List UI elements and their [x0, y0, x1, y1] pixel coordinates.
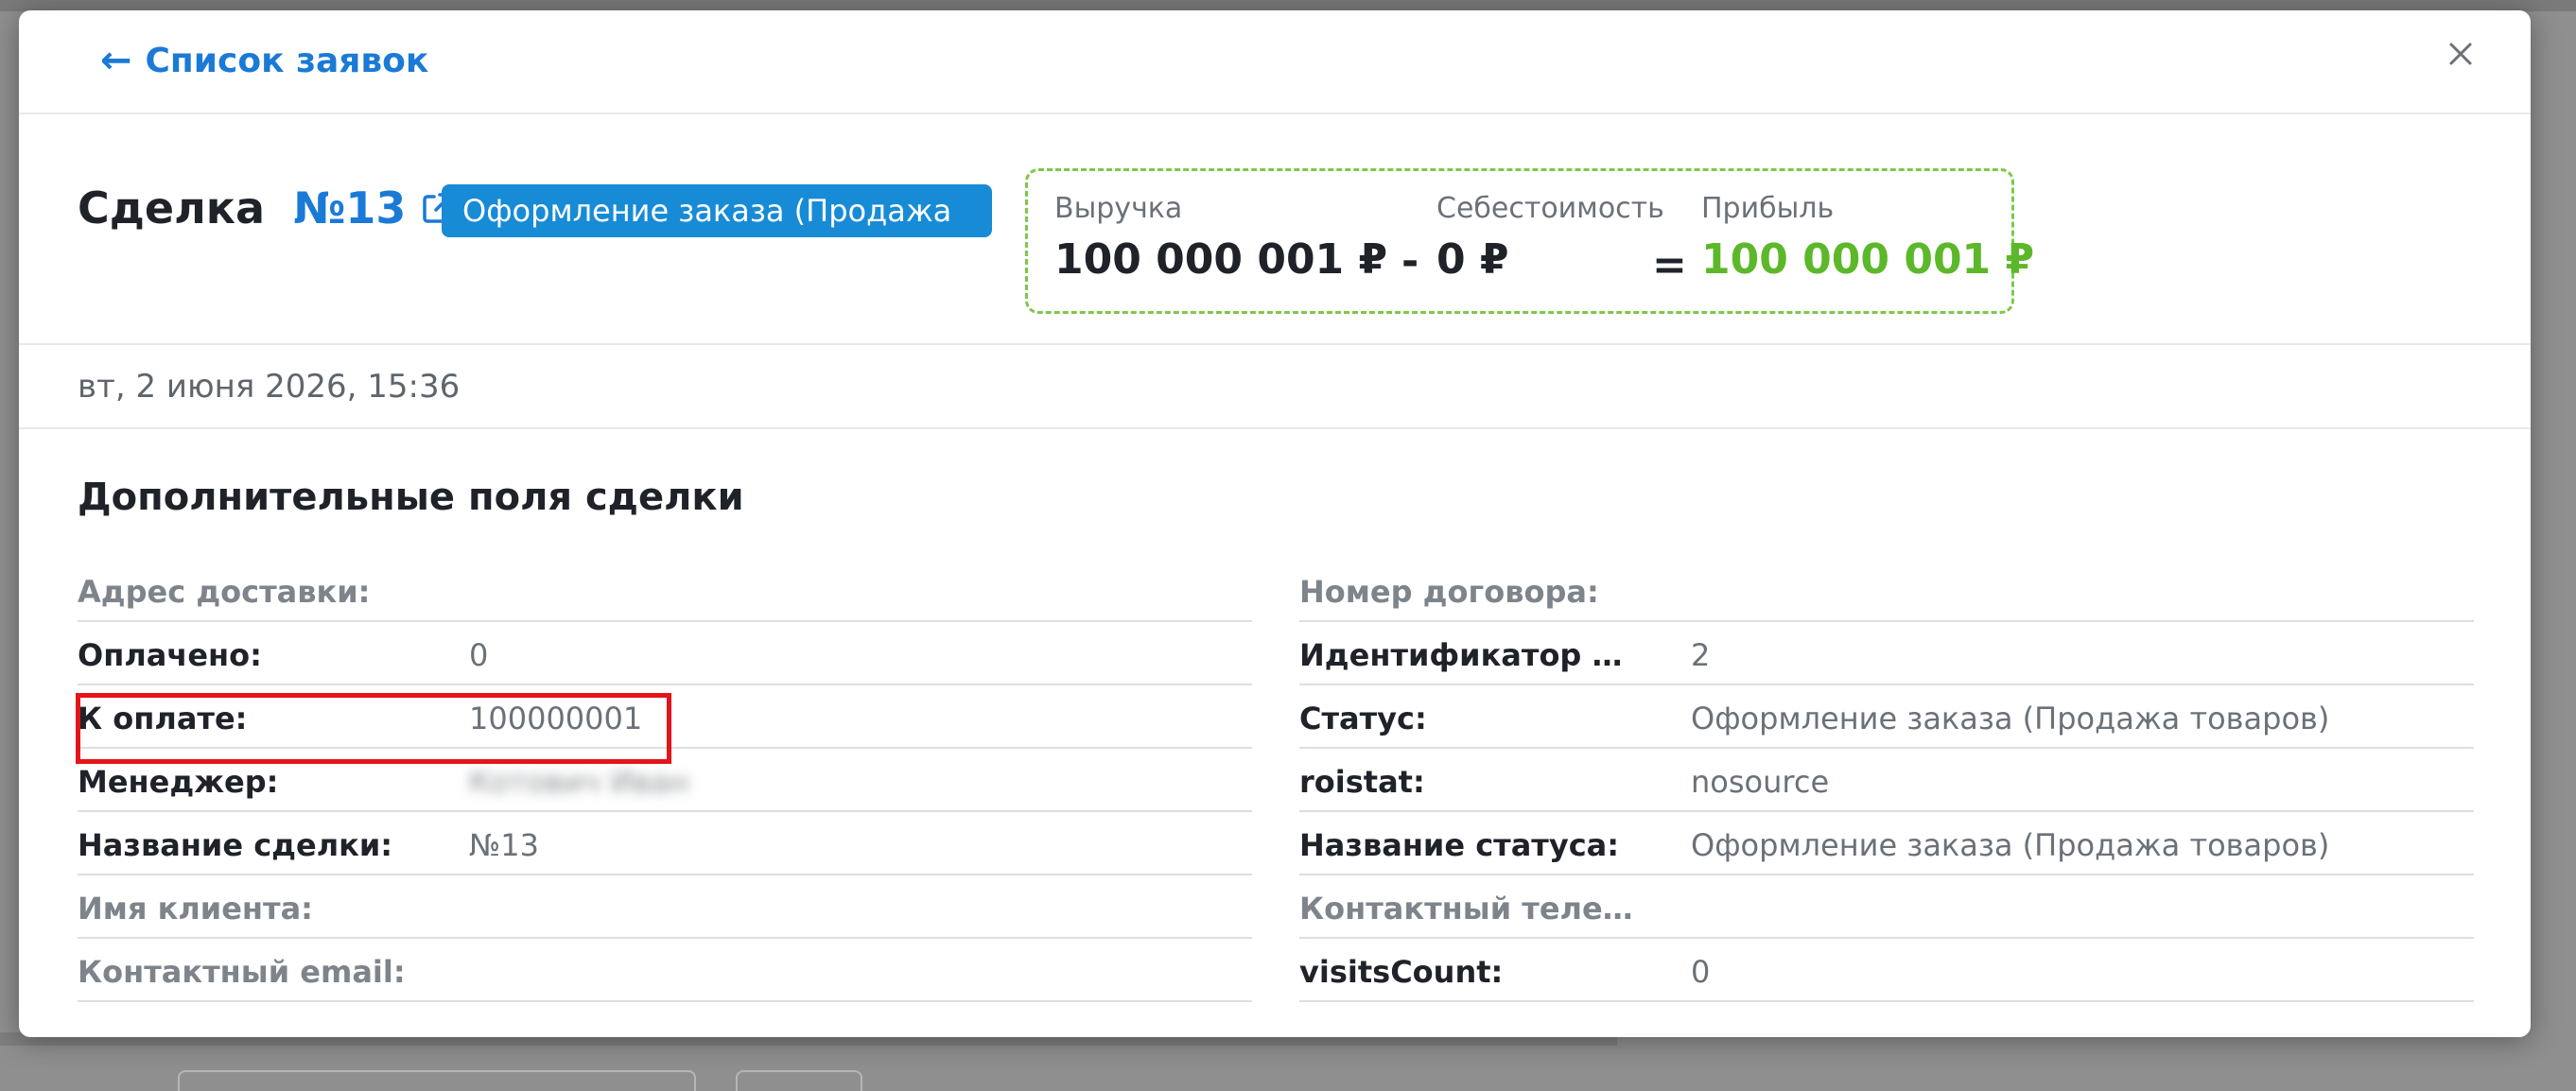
close-icon[interactable] [2440, 33, 2481, 75]
deal-title: Сделка №13 [78, 182, 457, 234]
background-button [736, 1070, 862, 1091]
field-value: Котович Иван [469, 764, 689, 800]
field-row: roistat: nosource [1299, 749, 2474, 812]
fields-right-column: Номер договора: Идентификатор стат... 2 Ста… [1299, 559, 2474, 1002]
field-label: Идентификатор стат... [1299, 637, 1640, 673]
field-value: 0 [1691, 954, 1711, 990]
section-title: Дополнительные поля сделки [78, 476, 744, 519]
field-value: №13 [469, 827, 539, 863]
field-row: Контактный email: [78, 939, 1252, 1002]
fields-left-column: Адрес доставки: Оплачено: 0 К оплате: 100000… [78, 559, 1252, 1002]
back-to-list-link[interactable]: ← Список заявок [100, 39, 428, 82]
highlight-annotation [76, 693, 671, 764]
field-row: Название статуса: Оформление заказа (Прод… [1299, 812, 2474, 875]
modal-topbar: ← Список заявок [19, 10, 2531, 114]
divider [19, 427, 2531, 429]
finance-summary: Выручка 100 000 001 ₽ - Себестоимость 0 … [1025, 168, 2034, 314]
cost-label: Себестоимость [1436, 192, 1664, 225]
equals-sign: = [1652, 241, 1687, 289]
arrow-left-icon: ← [100, 39, 132, 82]
field-row: Номер договора: [1299, 559, 2474, 622]
field-value: 2 [1691, 637, 1711, 673]
field-label: roistat: [1299, 764, 1425, 800]
field-label: Имя клиента: [78, 891, 313, 926]
field-label: Статус: [1299, 701, 1427, 736]
field-value: Оформление заказа (Продажа товаров) [1691, 701, 2330, 736]
revenue-label: Выручка [1054, 192, 1183, 225]
field-label: Название статуса: [1299, 827, 1620, 863]
minus-sign: - [1401, 237, 1419, 286]
field-row: Адрес доставки: [78, 559, 1252, 622]
field-row: Контактный телефон: [1299, 875, 2474, 939]
profit-value: 100 000 001 ₽ [1701, 235, 2035, 284]
field-value: nosource [1691, 764, 1830, 800]
cost-value: 0 ₽ [1436, 235, 1509, 284]
field-label: Менеджер: [78, 764, 279, 800]
deal-title-label: Сделка [78, 182, 266, 234]
deal-number-link[interactable]: №13 [293, 182, 406, 234]
field-label: visitsCount: [1299, 954, 1504, 990]
field-label: Номер договора: [1299, 574, 1599, 610]
field-row: Идентификатор стат... 2 [1299, 622, 2474, 685]
field-label: Адрес доставки: [78, 574, 371, 610]
deal-date: вт, 2 июня 2026, 15:36 [78, 368, 461, 406]
field-value: 0 [469, 637, 489, 673]
deal-modal: ← Список заявок Сделка №13 Оформление за… [19, 10, 2531, 1037]
profit-label: Прибыль [1701, 192, 1835, 225]
deal-header: Сделка №13 Оформление заказа (Продажа Вы… [19, 116, 2531, 345]
field-row: Название сделки: №13 [78, 812, 1252, 875]
back-link-label: Список заявок [145, 41, 429, 80]
field-row: Имя клиента: [78, 875, 1252, 939]
field-row: Статус: Оформление заказа (Продажа товаро… [1299, 685, 2474, 749]
background-input [178, 1070, 696, 1091]
field-value: Оформление заказа (Продажа товаров) [1691, 827, 2330, 863]
field-label: Название сделки: [78, 827, 393, 863]
field-label: Оплачено: [78, 637, 262, 673]
field-label: Контактный email: [78, 954, 406, 990]
field-row: visitsCount: 0 [1299, 939, 2474, 1002]
field-row: Оплачено: 0 [78, 622, 1252, 685]
field-label: Контактный телефон: [1299, 891, 1640, 926]
revenue-value: 100 000 001 ₽ [1054, 235, 1388, 284]
deal-status-badge[interactable]: Оформление заказа (Продажа [442, 184, 992, 237]
